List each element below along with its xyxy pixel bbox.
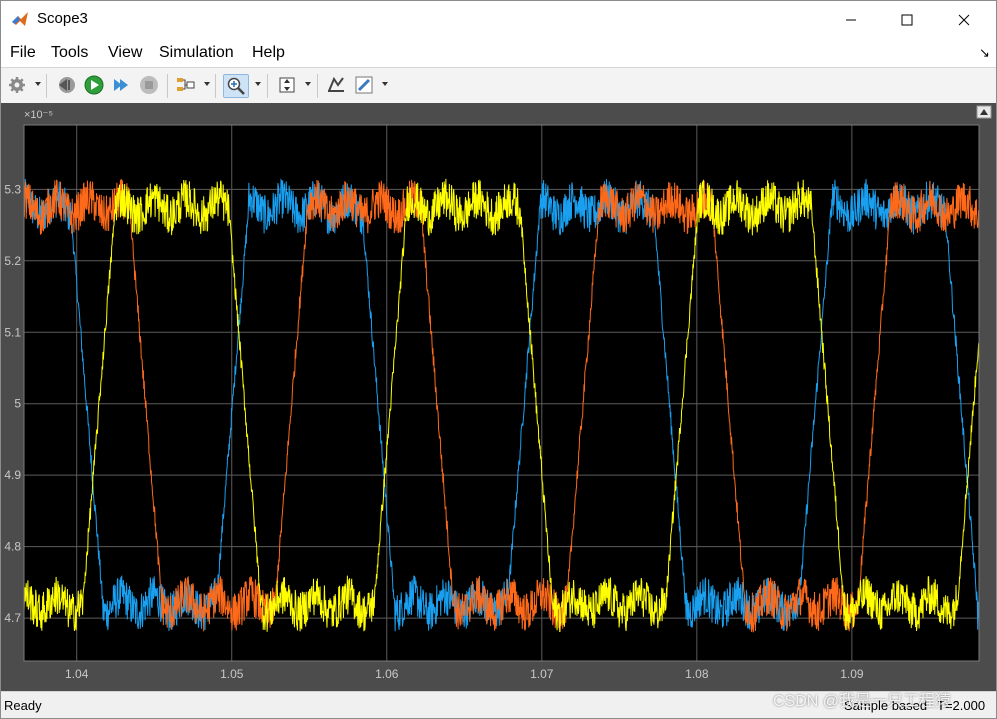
y-tick-label: 5 [14, 397, 21, 411]
y-tick-label: 5.2 [4, 254, 21, 268]
x-tick-label: 1.06 [375, 667, 399, 681]
menu-file[interactable]: File [10, 44, 36, 62]
settings-button[interactable] [7, 74, 27, 96]
menu-bar: File Tools View Simulation Help ↘ [1, 39, 996, 67]
scope-plot-region: 1.04 1.05 1.06 1.07 1.08 1.09 4.7 4.8 4.9 5 5.1 5.2… [1, 103, 996, 691]
step-back-button[interactable] [55, 74, 77, 96]
y-tick-label: 4.8 [4, 540, 21, 554]
minimize-icon [846, 19, 856, 21]
window-title: Scope3 [37, 10, 88, 27]
settings-dropdown-icon[interactable] [35, 82, 41, 86]
x-tick-label: 1.07 [530, 667, 554, 681]
title-bar: Scope3 [1, 1, 996, 39]
y-tick-label: 4.9 [4, 468, 21, 482]
toolbar-separator [215, 74, 216, 98]
autoscale-button[interactable] [276, 74, 298, 96]
status-bar: Ready Sample based T=2.000 [1, 691, 996, 718]
settings-icon [9, 77, 25, 93]
stop-icon [140, 76, 158, 94]
menu-simulation[interactable]: Simulation [159, 44, 234, 62]
status-mode: Sample based [844, 698, 928, 713]
close-icon [958, 14, 970, 26]
scope-plot[interactable]: 1.04 1.05 1.06 1.07 1.08 1.09 4.7 4.8 4.9 5 5.1 5.2… [1, 103, 996, 691]
zoom-icon [227, 77, 245, 95]
highlight-button[interactable] [325, 74, 347, 96]
signal-dropdown-icon[interactable] [204, 82, 210, 86]
maximize-icon [901, 14, 913, 26]
toolbar [1, 67, 996, 104]
undock-axes-button[interactable] [976, 105, 992, 119]
y-exponent-label: ×10⁻⁵ [24, 109, 53, 121]
matlab-icon [11, 10, 29, 28]
maximize-button[interactable] [884, 1, 930, 39]
signal-select-button[interactable] [175, 74, 197, 96]
step-back-icon [59, 77, 75, 93]
x-tick-label: 1.05 [220, 667, 244, 681]
toolbar-separator [46, 74, 47, 98]
status-time: T=2.000 [937, 698, 986, 713]
run-button[interactable] [83, 74, 105, 96]
y-tick-label: 5.1 [4, 325, 21, 339]
x-tick-label: 1.09 [840, 667, 864, 681]
toolbar-separator [267, 74, 268, 98]
x-tick-label: 1.08 [685, 667, 709, 681]
stop-button[interactable] [138, 74, 160, 96]
status-text: Ready [4, 698, 42, 713]
edit-button[interactable] [353, 74, 375, 96]
step-forward-icon [114, 79, 128, 91]
menu-tools[interactable]: Tools [51, 44, 88, 62]
highlight-icon [328, 76, 344, 92]
zoom-dropdown-icon[interactable] [255, 82, 261, 86]
close-button[interactable] [941, 1, 987, 39]
y-tick-label: 5.3 [4, 182, 21, 196]
x-tick-label: 1.04 [65, 667, 89, 681]
menu-help[interactable]: Help [252, 44, 285, 62]
autoscale-dropdown-icon[interactable] [305, 82, 311, 86]
minimize-button[interactable] [828, 1, 874, 39]
scope-window: Scope3 File Tools View Simulation Help ↘ [0, 0, 997, 719]
y-tick-label: 4.7 [4, 611, 21, 625]
toolbar-separator [317, 74, 318, 98]
toolbar-separator [167, 74, 168, 98]
edit-dropdown-icon[interactable] [382, 82, 388, 86]
dock-arrow-icon[interactable]: ↘ [979, 45, 990, 61]
signal-select-icon [177, 78, 195, 91]
autoscale-icon [279, 77, 295, 93]
run-icon [84, 75, 104, 95]
menu-view[interactable]: View [108, 44, 142, 62]
edit-icon [355, 76, 373, 94]
zoom-button[interactable] [223, 74, 249, 98]
step-forward-button[interactable] [110, 74, 132, 96]
